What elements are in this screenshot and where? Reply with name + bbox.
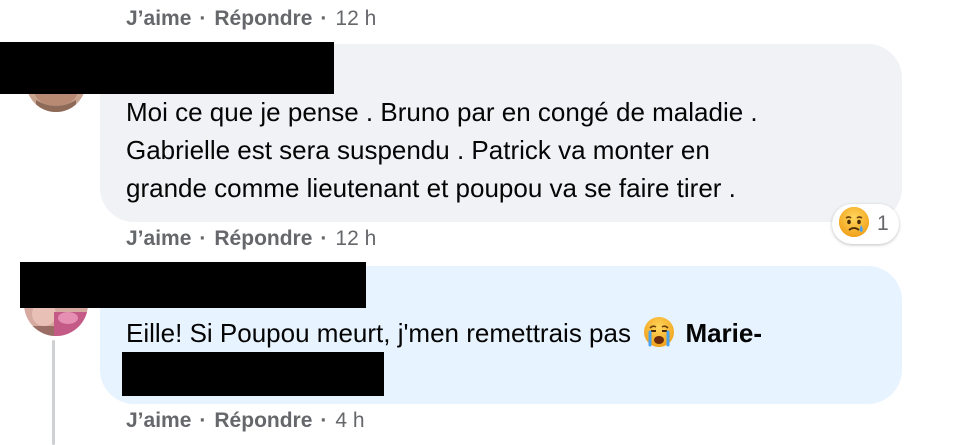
reaction-count: 1 (877, 212, 889, 235)
reply-thread-line (52, 340, 55, 445)
comment-actions: J’aime · Répondre · 4 h (126, 406, 365, 436)
separator-dot: · (320, 227, 328, 250)
comment-body-line: Gabrielle est sera suspendu . Patrick va… (126, 135, 710, 165)
redacted-author-name (0, 42, 334, 94)
separator-dot: · (199, 409, 207, 432)
comment-timestamp[interactable]: 12 h (335, 7, 376, 31)
reply-link[interactable]: Répondre (214, 227, 312, 251)
comment-actions-top: J’aime · Répondre · 12 h (126, 4, 376, 34)
comment-body-line: Moi ce que je pense . Bruno par en congé… (126, 97, 758, 127)
comment-actions: J’aime · Répondre · 12 h (126, 224, 376, 254)
comment-body-text: Eille! Si Poupou meurt, j'men remettrais… (126, 318, 631, 348)
separator-dot: · (199, 227, 207, 250)
comment-timestamp[interactable]: 12 h (335, 227, 376, 251)
separator-dot: · (199, 7, 207, 30)
comment-timestamp[interactable]: 4 h (335, 409, 364, 433)
separator-dot: · (320, 7, 328, 30)
like-link[interactable]: J’aime (126, 227, 191, 251)
sad-face-icon (837, 205, 871, 244)
comment-body-line: grande comme lieutenant et poupou va se … (126, 173, 736, 203)
like-link[interactable]: J’aime (126, 7, 191, 31)
reply-link[interactable]: Répondre (214, 409, 312, 433)
crying-face-icon (642, 315, 676, 359)
like-link[interactable]: J’aime (126, 409, 191, 433)
redacted-author-name (20, 262, 366, 308)
reply-link[interactable]: Répondre (214, 7, 312, 31)
mention-link[interactable]: Marie- (685, 318, 762, 348)
reaction-count-pill[interactable]: 1 (832, 204, 899, 244)
redacted-mention (122, 352, 384, 396)
separator-dot: · (320, 409, 328, 432)
